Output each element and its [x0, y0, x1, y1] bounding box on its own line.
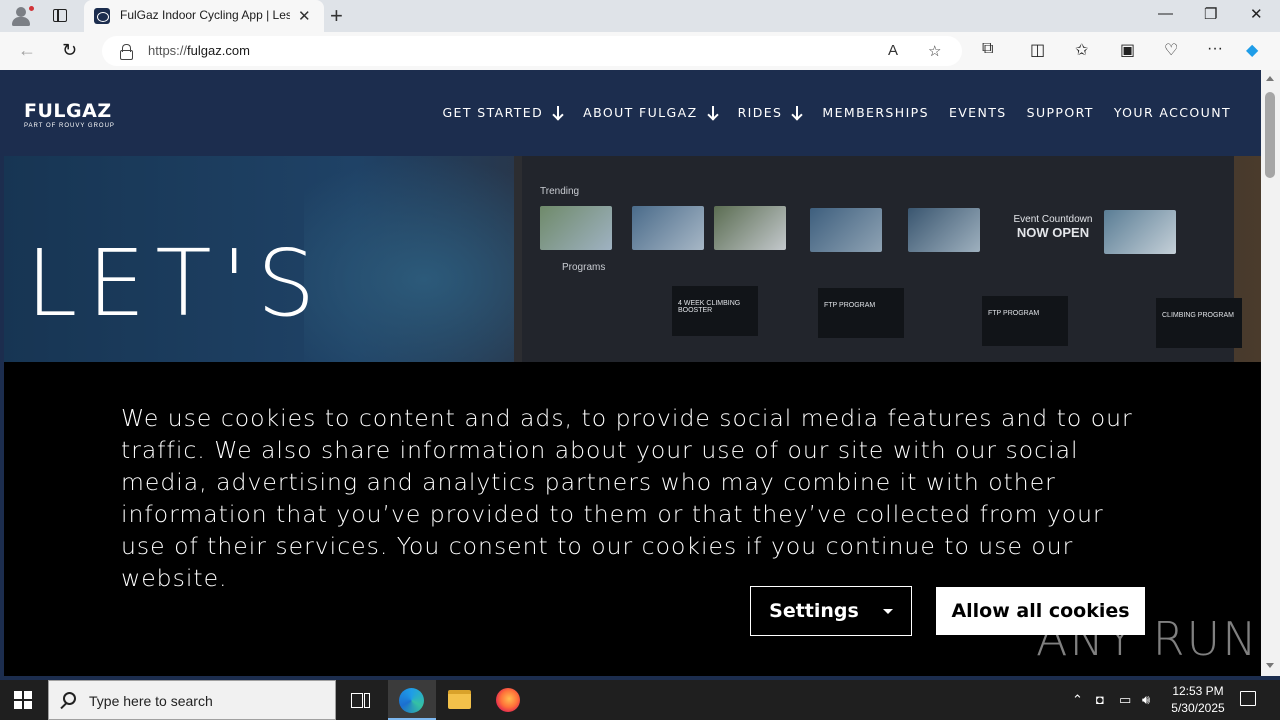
reload-icon[interactable]: ↻	[62, 40, 77, 61]
favorites-icon[interactable]: ✩	[1075, 40, 1088, 60]
taskbar-clock[interactable]: 12:53 PM 5/30/2025	[1166, 683, 1230, 717]
clock-time: 12:53 PM	[1172, 684, 1224, 698]
maximize-button[interactable]: ❐	[1204, 5, 1217, 23]
hero-banner: Trending Event Countdown NOW OPEN Progra…	[4, 156, 1261, 362]
tray-app-icon[interactable]: ◘	[1096, 692, 1104, 707]
scroll-up-icon[interactable]	[1266, 76, 1274, 81]
scroll-down-icon[interactable]	[1266, 663, 1274, 668]
windows-start-icon[interactable]	[14, 691, 32, 709]
split-screen-icon[interactable]: ◫	[1030, 40, 1045, 60]
logo-tagline: PART OF ROUVY GROUP	[24, 123, 115, 129]
nav-support[interactable]: SUPPORT	[1027, 105, 1094, 120]
main-nav: GET STARTED ABOUT FULGAZ RIDES MEMBERSHI…	[442, 105, 1231, 120]
tab-title: FulGaz Indoor Cycling App | Less	[120, 8, 290, 22]
hero-title: LET'S	[26, 230, 326, 337]
caret-down-icon	[882, 608, 893, 614]
url-text[interactable]: https://fulgaz.com	[148, 43, 250, 58]
window-close-button[interactable]: ✕	[1250, 5, 1263, 23]
anyrun-watermark: ANY RUN	[1036, 612, 1259, 666]
hero-app-screen-image: Trending Event Countdown NOW OPEN Progra…	[514, 156, 1242, 362]
clock-date: 5/30/2025	[1171, 701, 1225, 715]
browser-tab-active[interactable]: FulGaz Indoor Cycling App | Less ✕	[84, 0, 324, 32]
extensions-icon[interactable]: ⧉	[982, 40, 993, 58]
tab-close-icon[interactable]: ✕	[298, 7, 311, 25]
profile-icon[interactable]	[10, 5, 35, 27]
arrow-down-icon	[708, 106, 718, 119]
new-tab-button[interactable]: +	[330, 3, 343, 29]
back-arrow-icon[interactable]: ←	[18, 40, 36, 61]
minimize-button[interactable]: —	[1158, 5, 1173, 22]
arrow-down-icon	[553, 106, 563, 119]
collections-icon[interactable]: ▣	[1120, 40, 1135, 60]
favorite-star-icon[interactable]: ☆	[928, 42, 941, 60]
network-icon[interactable]: ▭	[1119, 692, 1131, 708]
arrow-down-icon	[792, 106, 802, 119]
trending-label: Trending	[540, 186, 580, 197]
programs-label: Programs	[562, 262, 606, 273]
nav-rides[interactable]: RIDES	[738, 105, 803, 120]
nav-about-fulgaz[interactable]: ABOUT FULGAZ	[583, 105, 717, 120]
address-bar[interactable]: https://fulgaz.com A ☆	[102, 36, 962, 66]
cookie-settings-button[interactable]: Settings	[750, 586, 912, 636]
page-viewport: FULGAZ PART OF ROUVY GROUP GET STARTED A…	[4, 70, 1261, 676]
nav-memberships[interactable]: MEMBERSHIPS	[822, 105, 929, 120]
firefox-icon[interactable]	[484, 680, 532, 720]
browser-tab-bar: FulGaz Indoor Cycling App | Less ✕ + — ❐…	[0, 0, 1280, 32]
edge-taskbar-icon[interactable]	[388, 680, 436, 720]
nav-get-started[interactable]: GET STARTED	[442, 105, 563, 120]
site-header: FULGAZ PART OF ROUVY GROUP GET STARTED A…	[4, 70, 1261, 156]
volume-icon[interactable]: 🔊︎	[1142, 692, 1150, 708]
task-view-icon[interactable]	[336, 680, 384, 720]
windows-taskbar: Type here to search ⌃ ◘ ▭ 🔊︎ 12:53 PM 5/…	[0, 680, 1280, 720]
settings-more-icon[interactable]: ···	[1207, 40, 1223, 58]
tray-chevron-up-icon[interactable]: ⌃	[1072, 692, 1083, 708]
cookie-text: We use cookies to content and ads, to pr…	[121, 404, 1133, 592]
lock-icon[interactable]	[120, 44, 133, 60]
event-countdown: Event Countdown NOW OPEN	[1013, 214, 1093, 240]
tab-actions-icon[interactable]	[48, 6, 70, 26]
nav-your-account[interactable]: YOUR ACCOUNT	[1114, 105, 1231, 120]
browser-essentials-icon[interactable]: ♡	[1164, 40, 1178, 60]
file-explorer-icon[interactable]	[436, 680, 484, 720]
notification-icon[interactable]	[1240, 691, 1256, 706]
nav-events[interactable]: EVENTS	[949, 105, 1007, 120]
scroll-thumb[interactable]	[1265, 92, 1275, 178]
taskbar-search-box[interactable]: Type here to search	[48, 680, 336, 720]
page-scrollbar[interactable]	[1261, 70, 1280, 676]
copilot-icon[interactable]: ◆	[1246, 40, 1258, 60]
search-placeholder: Type here to search	[89, 693, 213, 709]
read-aloud-icon[interactable]: A	[888, 42, 898, 59]
logo-word: FULGAZ	[24, 100, 112, 122]
fulgaz-logo[interactable]: FULGAZ PART OF ROUVY GROUP	[24, 100, 115, 129]
search-icon	[63, 692, 76, 705]
fulgaz-favicon-icon	[94, 8, 110, 24]
